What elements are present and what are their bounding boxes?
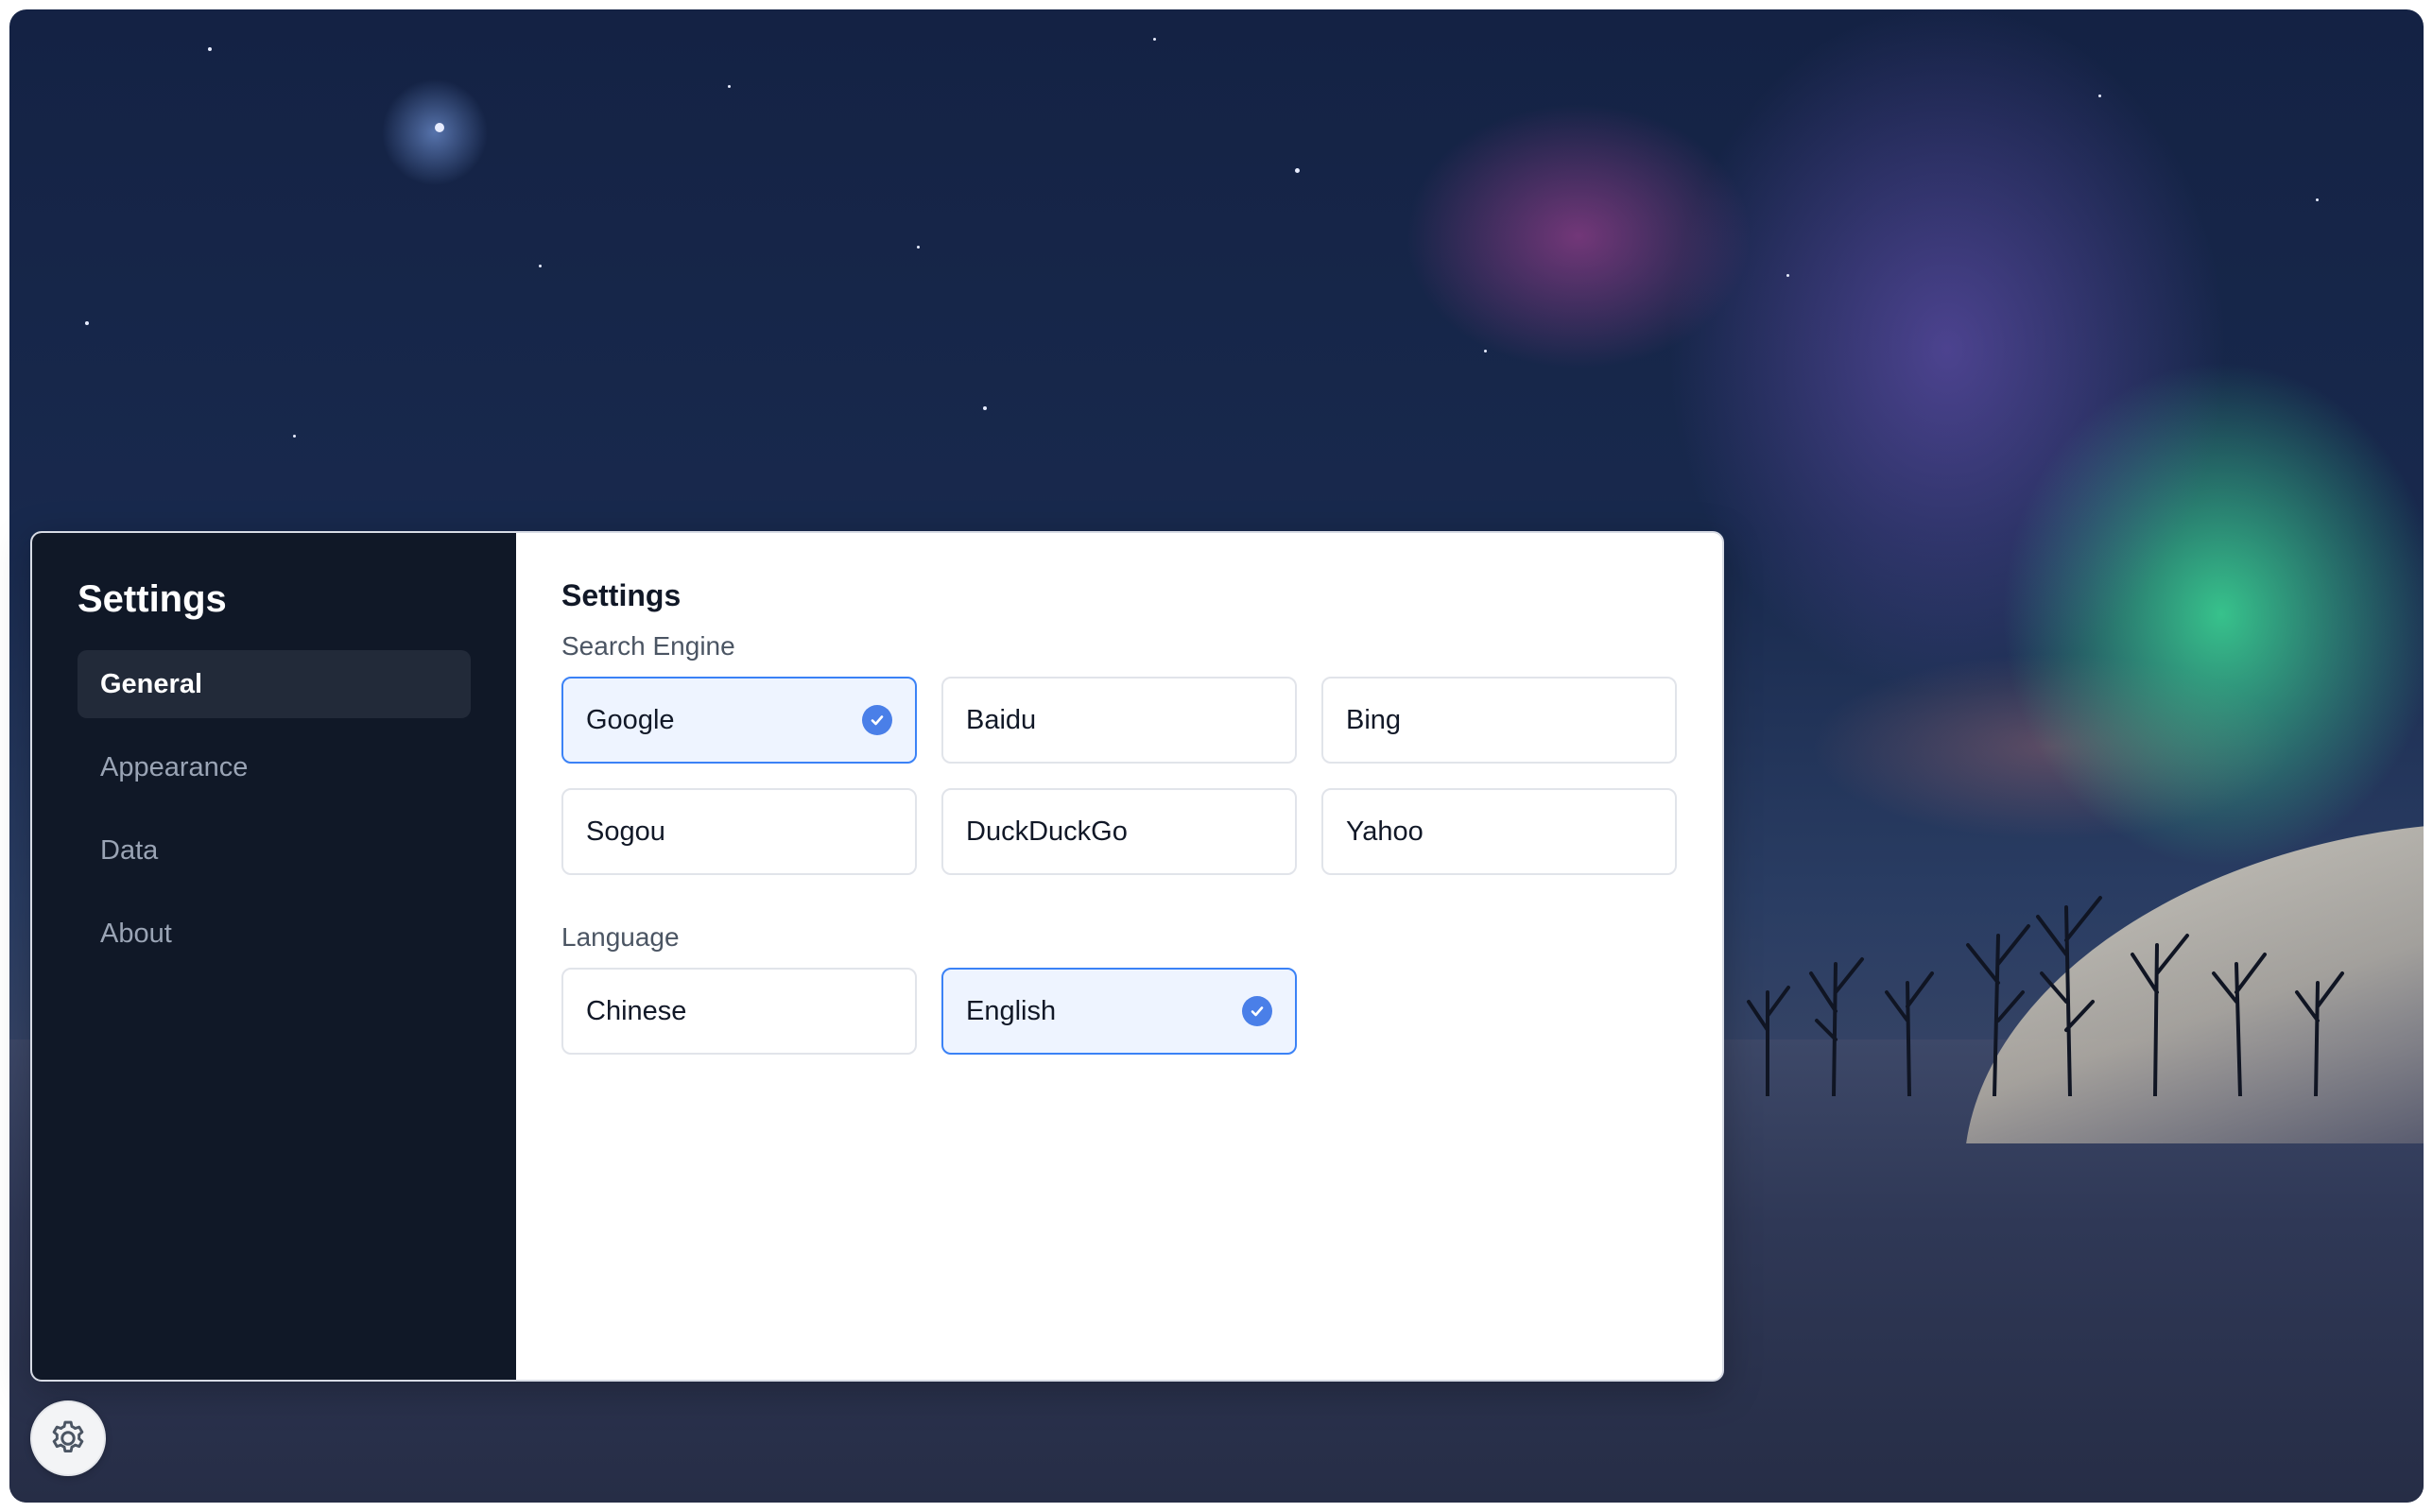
option-label: English	[966, 995, 1057, 1026]
option-label: Chinese	[586, 995, 687, 1026]
star	[208, 47, 212, 51]
sidebar-item-about[interactable]: About	[78, 900, 471, 968]
star	[85, 321, 89, 325]
star	[1295, 168, 1300, 173]
option-label: DuckDuckGo	[966, 816, 1128, 847]
settings-button[interactable]	[30, 1400, 106, 1476]
language-label: Language	[561, 922, 680, 952]
star	[983, 406, 987, 410]
star	[293, 435, 296, 438]
search-engine-option-sogou[interactable]: Sogou	[561, 788, 917, 875]
star	[539, 265, 542, 267]
search-engine-options: Google Baidu Bing Sogou DuckDuckGo Yahoo	[561, 677, 1677, 875]
settings-dialog: Settings General Appearance Data About S…	[30, 531, 1724, 1382]
star	[1153, 38, 1156, 41]
star	[917, 246, 920, 249]
option-label: Baidu	[966, 704, 1037, 735]
search-engine-option-baidu[interactable]: Baidu	[941, 677, 1297, 764]
page-title: Settings	[561, 578, 682, 612]
check-circle-icon	[1242, 996, 1272, 1026]
option-label: Yahoo	[1346, 816, 1424, 847]
tree-silhouettes	[1747, 896, 2344, 1096]
star	[435, 123, 444, 132]
option-label: Bing	[1346, 704, 1402, 735]
language-section: Language Chinese English	[561, 924, 1677, 1055]
sidebar-item-general[interactable]: General	[78, 650, 471, 718]
language-options: Chinese English	[561, 968, 1677, 1055]
search-engine-option-bing[interactable]: Bing	[1321, 677, 1677, 764]
option-label: Sogou	[586, 816, 665, 847]
option-label: Google	[586, 704, 675, 735]
sidebar-item-appearance[interactable]: Appearance	[78, 733, 471, 801]
star	[728, 85, 731, 88]
gear-icon	[52, 1420, 84, 1453]
language-option-chinese[interactable]: Chinese	[561, 968, 917, 1055]
sidebar-title: Settings	[78, 578, 227, 620]
settings-content: Settings Search Engine Google Baidu Bing…	[516, 533, 1722, 1380]
search-engine-option-google[interactable]: Google	[561, 677, 917, 764]
sidebar-item-data[interactable]: Data	[78, 816, 471, 885]
search-engine-option-yahoo[interactable]: Yahoo	[1321, 788, 1677, 875]
search-engine-option-duckduckgo[interactable]: DuckDuckGo	[941, 788, 1297, 875]
star	[1786, 274, 1789, 277]
language-option-english[interactable]: English	[941, 968, 1297, 1055]
search-engine-label: Search Engine	[561, 631, 735, 661]
settings-sidebar: Settings General Appearance Data About	[32, 533, 516, 1380]
check-circle-icon	[862, 705, 892, 735]
star	[1484, 350, 1487, 352]
star	[2316, 198, 2319, 201]
star	[2098, 94, 2101, 97]
